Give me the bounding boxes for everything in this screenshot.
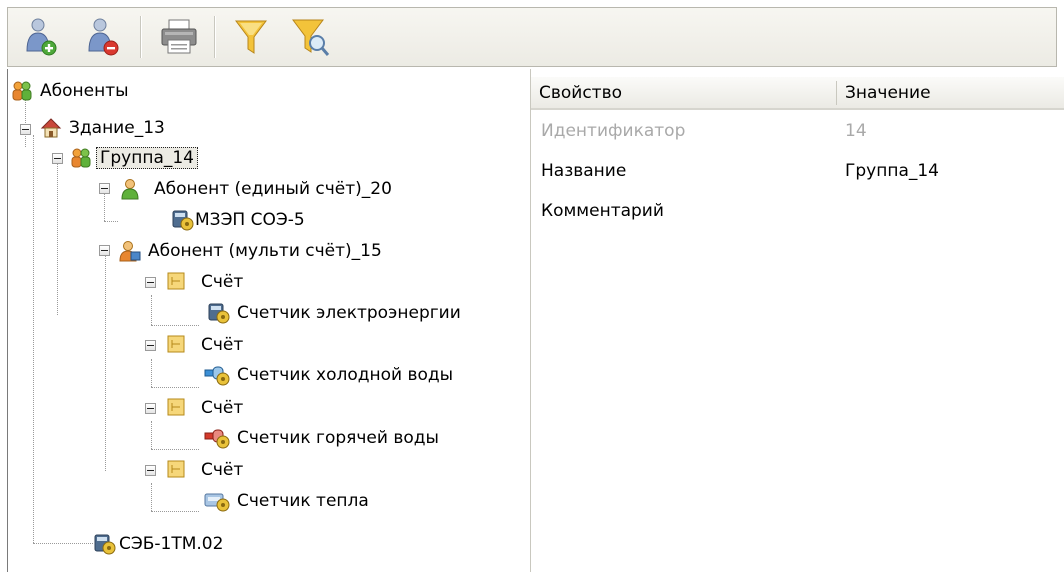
toolbar-separator — [140, 16, 141, 58]
tree-node-account-4[interactable]: Счёт — [166, 456, 246, 484]
electricity-meter-icon — [94, 533, 116, 555]
collapse-toggle-single-account[interactable] — [99, 183, 110, 194]
tree-node-label: Абонент (мульти счёт)_15 — [148, 241, 382, 261]
tree-node-account-3[interactable]: Счёт — [166, 394, 246, 422]
property-row-id[interactable]: Идентификатор 14 — [531, 117, 1064, 145]
electricity-meter-icon — [208, 302, 230, 324]
tree-node-meter-3[interactable]: Счетчик горячей воды — [204, 424, 442, 452]
add-subscriber-button[interactable] — [18, 13, 64, 61]
collapse-toggle-account-1[interactable] — [145, 277, 156, 288]
property-name: Идентификатор — [541, 121, 686, 141]
tree-node-multi-account[interactable]: Абонент (мульти счёт)_15 — [119, 237, 385, 265]
tree-node-label: Счетчик тепла — [237, 491, 369, 511]
collapse-toggle-building[interactable] — [20, 124, 31, 135]
tree-node-label-selected: Группа_14 — [96, 147, 198, 169]
tree-line — [151, 295, 152, 325]
tree-line — [151, 449, 199, 450]
account-folder-icon — [166, 459, 188, 481]
toolbar-separator — [214, 16, 215, 58]
property-name: Название — [541, 161, 627, 181]
property-row-comment[interactable]: Комментарий — [531, 197, 1064, 225]
collapse-toggle-account-2[interactable] — [145, 340, 156, 351]
column-divider[interactable] — [836, 81, 837, 105]
property-value: 14 — [845, 121, 867, 141]
account-folder-icon — [166, 271, 188, 293]
subscribers-group-icon — [70, 147, 92, 169]
tree-node-label: Счетчик горячей воды — [237, 428, 439, 448]
tree-node-account-2[interactable]: Счёт — [166, 331, 246, 359]
collapse-toggle-account-4[interactable] — [145, 465, 156, 476]
tree-line — [104, 193, 105, 221]
tree-node-building-meter[interactable]: СЭБ-1ТМ.02 — [94, 530, 226, 558]
user-green-icon — [119, 178, 141, 200]
subscribers-group-icon — [11, 80, 33, 102]
tree-node-group[interactable]: Группа_14 — [70, 144, 198, 172]
hot-water-meter-icon — [204, 427, 230, 449]
toolbar — [7, 7, 1057, 67]
tree-node-label: Счетчик холодной воды — [237, 365, 454, 385]
tree-node-meter-4[interactable]: Счетчик тепла — [204, 487, 372, 515]
tree-node-label: Здание_13 — [69, 118, 165, 138]
tree-node-single-meter[interactable]: МЗЭП СОЭ-5 — [172, 206, 308, 234]
tree-line — [151, 325, 199, 326]
tree-node-label: Счёт — [201, 272, 244, 292]
tree-node-root[interactable]: Абоненты — [11, 77, 132, 105]
tree-line — [33, 543, 93, 544]
printer-icon — [159, 18, 199, 56]
tree-node-account-1[interactable]: Счёт — [166, 268, 246, 296]
house-icon — [40, 117, 62, 139]
property-name: Комментарий — [541, 201, 664, 221]
tree-line — [151, 421, 152, 449]
account-folder-icon — [166, 397, 188, 419]
filter-button[interactable] — [228, 13, 274, 61]
properties-grid[interactable]: Свойство Значение Идентификатор 14 Назва… — [530, 69, 1064, 572]
tree-line — [104, 221, 118, 222]
property-row-name[interactable]: Название Группа_14 — [531, 157, 1064, 185]
print-button[interactable] — [156, 13, 202, 61]
electricity-meter-icon — [172, 209, 194, 231]
tree-line — [33, 135, 34, 543]
tree-line — [105, 255, 106, 471]
filter-search-button[interactable] — [288, 13, 334, 61]
tree-node-label: Счёт — [201, 335, 244, 355]
tree-node-label: Счёт — [201, 398, 244, 418]
filter-icon — [234, 17, 268, 57]
tree-node-meter-1[interactable]: Счетчик электроэнергии — [208, 299, 464, 327]
heat-meter-icon — [204, 490, 230, 512]
tree-line — [57, 163, 58, 315]
remove-subscriber-button[interactable] — [80, 13, 126, 61]
tree-node-label: Счёт — [201, 460, 244, 480]
tree-node-single-account[interactable]: Абонент (единый счёт)_20 — [119, 175, 395, 203]
properties-header: Свойство Значение — [531, 77, 1064, 110]
property-value[interactable]: Группа_14 — [845, 161, 939, 181]
user-orange-icon — [119, 240, 141, 262]
tree-node-label: СЭБ-1ТМ.02 — [119, 534, 224, 554]
app-window: Абоненты Здание_13 Группа_14 Абонент (ед… — [0, 0, 1064, 572]
cold-water-meter-icon — [204, 364, 230, 386]
tree-node-label: Счетчик электроэнергии — [237, 303, 461, 323]
tree-node-meter-2[interactable]: Счетчик холодной воды — [204, 361, 456, 389]
tree-line — [151, 359, 152, 387]
column-header-property[interactable]: Свойство — [533, 77, 833, 108]
user-remove-icon — [86, 17, 120, 57]
tree-node-label: Абонент (единый счёт)_20 — [154, 179, 392, 199]
column-header-value[interactable]: Значение — [839, 77, 1064, 108]
account-folder-icon — [166, 334, 188, 356]
tree-line — [151, 511, 199, 512]
subscribers-tree[interactable]: Абоненты Здание_13 Группа_14 Абонент (ед… — [7, 69, 531, 572]
user-add-icon — [24, 17, 58, 57]
tree-node-label: МЗЭП СОЭ-5 — [195, 210, 305, 230]
collapse-toggle-account-3[interactable] — [145, 403, 156, 414]
tree-node-label: Абоненты — [40, 81, 129, 101]
collapse-toggle-group[interactable] — [52, 153, 63, 164]
tree-line — [151, 387, 199, 388]
tree-node-building[interactable]: Здание_13 — [40, 114, 168, 142]
tree-line — [151, 483, 152, 511]
filter-search-icon — [291, 16, 331, 58]
collapse-toggle-multi-account[interactable] — [99, 245, 110, 256]
